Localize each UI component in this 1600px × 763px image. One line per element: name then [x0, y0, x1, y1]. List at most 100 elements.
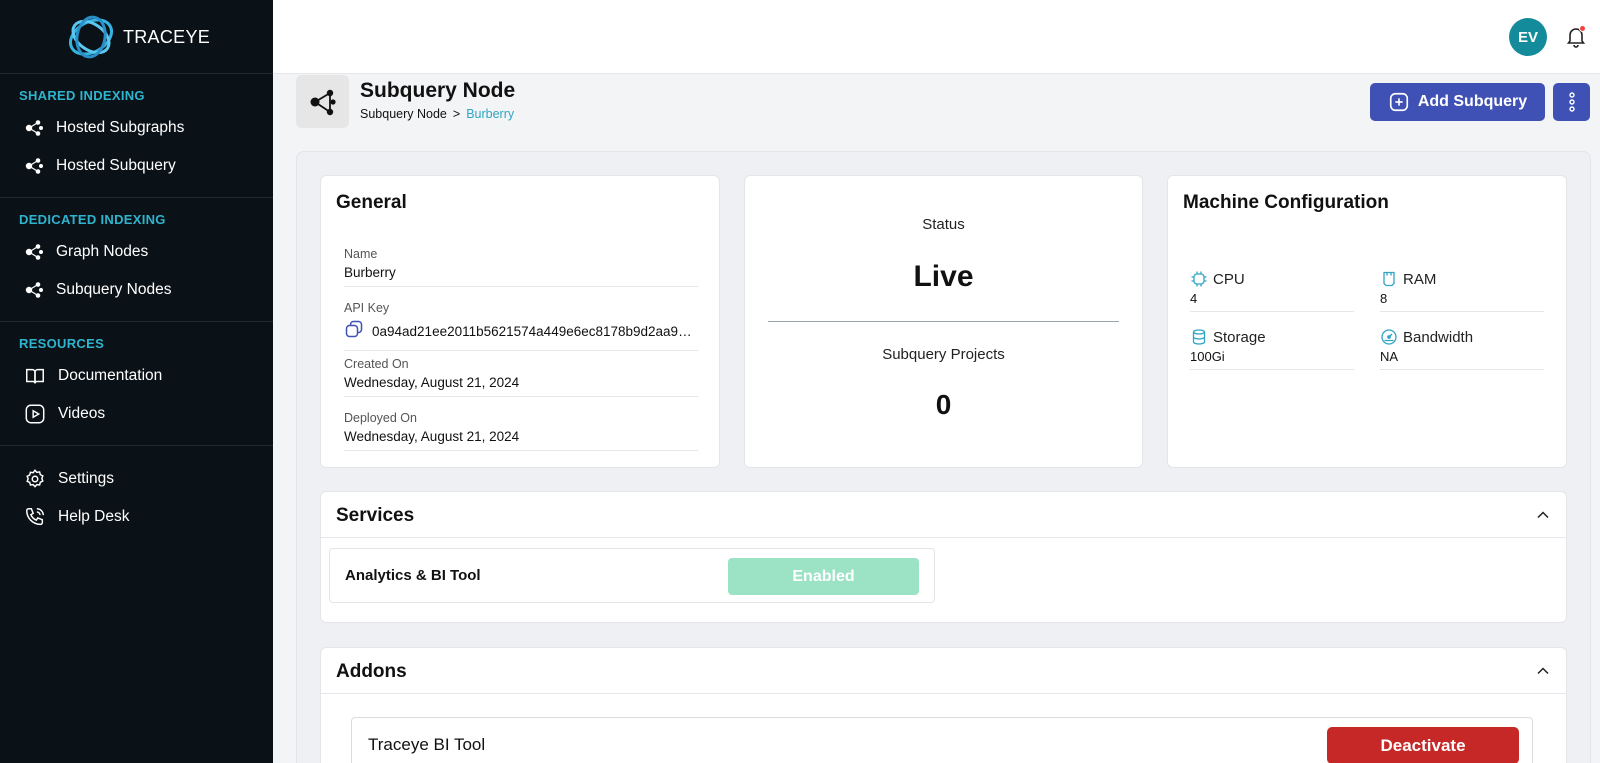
ram-value: 8 [1380, 291, 1388, 306]
name-field: Name Burberry [344, 247, 698, 287]
general-card: General Name Burberry API Key 0a94ad21ee… [320, 175, 720, 468]
service-row: Analytics & BI Tool Enabled [329, 548, 935, 603]
bandwidth-spec: Bandwidth NA [1380, 328, 1544, 370]
status-value: Live [913, 260, 974, 293]
machine-config-title: Machine Configuration [1183, 192, 1389, 213]
sidebar-item-label: Subquery Nodes [56, 281, 172, 298]
services-title: Services [336, 505, 415, 526]
nodes-icon [22, 154, 46, 178]
kebab-menu-icon [1568, 92, 1575, 112]
traceye-logo-icon [68, 15, 113, 58]
cpu-icon [1191, 271, 1207, 287]
sidebar-section-dedicated: DEDICATED INDEXING Graph Nodes Subquery … [0, 198, 273, 322]
name-label: Name [344, 247, 378, 261]
general-title: General [336, 192, 407, 213]
sidebar-section-resources: RESOURCES Documentation Videos [0, 322, 273, 446]
avatar[interactable]: EV [1509, 18, 1547, 56]
sidebar-item-label: Documentation [58, 367, 163, 384]
services-header[interactable]: Services [321, 492, 1566, 538]
name-value: Burberry [344, 265, 396, 280]
section-title: DEDICATED INDEXING [19, 212, 166, 227]
topbar [273, 0, 1600, 74]
sidebar-item-documentation[interactable]: Documentation [0, 357, 273, 395]
nodes-icon [22, 116, 46, 140]
deactivate-button[interactable]: Deactivate [1327, 727, 1519, 763]
sidebar-section-shared: SHARED INDEXING Hosted Subgraphs Hosted … [0, 74, 273, 198]
enabled-button[interactable]: Enabled [728, 558, 919, 595]
plus-square-icon [1389, 92, 1408, 112]
api-key-field: API Key 0a94ad21ee2011b5621574a449e6ec81… [344, 301, 698, 351]
gauge-icon [1381, 329, 1397, 345]
created-on-label: Created On [344, 357, 409, 371]
logo-text: TRACEYE [122, 27, 211, 47]
ram-label: RAM [1403, 270, 1437, 288]
addons-card: Addons Traceye BI Tool Deactivate [320, 647, 1567, 763]
more-options-button[interactable] [1553, 83, 1590, 121]
sidebar-item-subquery-nodes[interactable]: Subquery Nodes [0, 271, 273, 309]
sidebar-item-label: Settings [58, 470, 115, 487]
sidebar-item-graph-nodes[interactable]: Graph Nodes [0, 233, 273, 271]
created-on-value: Wednesday, August 21, 2024 [344, 375, 520, 390]
add-subquery-button[interactable]: Add Subquery [1370, 83, 1545, 121]
sidebar-item-help-desk[interactable]: Help Desk [0, 498, 273, 536]
breadcrumb-parent[interactable]: Subquery Node [360, 107, 447, 121]
sidebar-item-label: Graph Nodes [56, 243, 149, 260]
sidebar: TRACEYE SHARED INDEXING Hosted Subgraphs… [0, 0, 273, 763]
nodes-icon [22, 240, 46, 264]
section-title: RESOURCES [19, 336, 105, 351]
projects-count: 0 [935, 389, 952, 420]
sidebar-item-label: Help Desk [58, 508, 130, 525]
status-label: Status [922, 216, 965, 233]
add-subquery-label: Add Subquery [1417, 93, 1528, 110]
notification-bell-icon[interactable] [1564, 24, 1588, 48]
breadcrumb: Subquery Node > Burberry [360, 107, 514, 121]
breadcrumb-current: Burberry [466, 107, 515, 121]
storage-value: 100Gi [1190, 349, 1225, 364]
logo[interactable]: TRACEYE [0, 0, 273, 74]
section-title: SHARED INDEXING [19, 88, 145, 103]
api-key-value: 0a94ad21ee2011b5621574a449e6ec8178b9d2aa… [372, 324, 694, 339]
breadcrumb-separator: > [452, 107, 461, 121]
node-icon [296, 75, 349, 128]
addons-header[interactable]: Addons [321, 648, 1566, 694]
deployed-on-field: Deployed On Wednesday, August 21, 2024 [344, 411, 698, 451]
page-title: Subquery Node [360, 79, 516, 102]
divider [768, 321, 1119, 322]
created-on-field: Created On Wednesday, August 21, 2024 [344, 357, 698, 397]
machine-config-card: Machine Configuration CPU 4 RAM 8 Storag… [1167, 175, 1567, 468]
chevron-up-icon[interactable] [1536, 664, 1550, 678]
projects-label: Subquery Projects [882, 346, 1005, 363]
cpu-value: 4 [1190, 291, 1198, 306]
sidebar-item-videos[interactable]: Videos [0, 395, 273, 433]
deployed-on-value: Wednesday, August 21, 2024 [344, 429, 520, 444]
cpu-spec: CPU 4 [1190, 270, 1354, 312]
sidebar-item-label: Hosted Subgraphs [56, 119, 185, 136]
sidebar-item-label: Hosted Subquery [56, 157, 176, 174]
cpu-label: CPU [1213, 270, 1245, 288]
gear-icon [22, 466, 48, 492]
book-icon [22, 363, 48, 389]
addons-title: Addons [336, 661, 407, 682]
sidebar-footer: Settings Help Desk [0, 446, 273, 536]
database-icon [1192, 329, 1206, 345]
bandwidth-label: Bandwidth [1403, 328, 1474, 346]
service-name: Analytics & BI Tool [345, 567, 481, 584]
ram-spec: RAM 8 [1380, 270, 1544, 312]
sidebar-item-settings[interactable]: Settings [0, 460, 273, 498]
deployed-on-label: Deployed On [344, 411, 417, 425]
play-icon [22, 401, 48, 427]
storage-label: Storage [1213, 328, 1266, 346]
status-card: Status Live Subquery Projects 0 [744, 175, 1143, 468]
addon-row: Traceye BI Tool Deactivate [351, 717, 1533, 763]
sidebar-item-hosted-subgraphs[interactable]: Hosted Subgraphs [0, 109, 273, 147]
sidebar-item-hosted-subquery[interactable]: Hosted Subquery [0, 147, 273, 185]
copy-icon[interactable] [344, 319, 364, 344]
chevron-up-icon[interactable] [1536, 508, 1550, 522]
bandwidth-value: NA [1380, 349, 1399, 364]
ram-icon [1383, 271, 1395, 287]
sidebar-item-label: Videos [58, 405, 106, 422]
nodes-icon [22, 278, 46, 302]
storage-spec: Storage 100Gi [1190, 328, 1354, 370]
addon-name: Traceye BI Tool [368, 735, 486, 754]
api-key-label: API Key [344, 301, 390, 315]
